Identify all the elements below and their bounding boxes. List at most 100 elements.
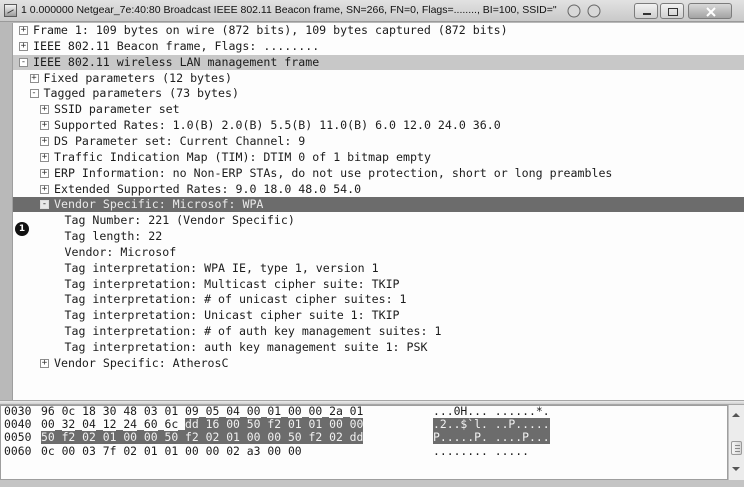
hex-byte[interactable]: 01 bbox=[226, 431, 240, 445]
hex-byte[interactable]: f2 bbox=[61, 431, 76, 445]
hex-byte[interactable]: 00 bbox=[329, 418, 343, 432]
expand-plus-icon[interactable]: + bbox=[40, 358, 49, 368]
hex-byte[interactable]: 32 bbox=[62, 418, 76, 431]
hex-byte[interactable]: 09 bbox=[185, 406, 199, 418]
hex-byte[interactable]: 01 bbox=[287, 418, 302, 432]
hex-byte[interactable]: 50 bbox=[164, 431, 179, 445]
hex-byte[interactable]: 2a bbox=[329, 406, 343, 418]
collapse-minus-icon[interactable]: - bbox=[29, 89, 39, 99]
bytes-scrollbar[interactable] bbox=[728, 405, 744, 480]
hex-byte[interactable]: 0c bbox=[62, 406, 76, 418]
tree-row[interactable]: Tag Number: 221 (Vendor Specific) bbox=[13, 213, 744, 228]
hex-byte[interactable]: 16 bbox=[205, 418, 220, 432]
hex-byte[interactable]: dd bbox=[185, 418, 199, 432]
hex-byte[interactable]: 01 bbox=[144, 444, 158, 458]
hex-byte[interactable]: 00 bbox=[267, 444, 281, 458]
hex-byte[interactable]: 00 bbox=[349, 418, 364, 432]
tree-row[interactable]: + Vendor Specific: AtherosC bbox=[13, 356, 744, 371]
hex-byte[interactable]: 02 bbox=[123, 444, 137, 458]
tree-row[interactable]: + SSID parameter set bbox=[13, 102, 744, 117]
hex-byte[interactable]: 00 bbox=[41, 418, 55, 431]
tree-row[interactable]: + Frame 1: 109 bytes on wire (872 bits), … bbox=[13, 23, 744, 38]
hex-byte[interactable]: 02 bbox=[82, 431, 96, 445]
tree-row[interactable]: Tag interpretation: # of unicast cipher … bbox=[13, 292, 744, 307]
hex-byte[interactable]: 18 bbox=[82, 406, 96, 418]
hex-byte[interactable]: 24 bbox=[123, 418, 137, 431]
tree-row[interactable]: Tag interpretation: WPA IE, type 1, vers… bbox=[13, 261, 744, 276]
expand-plus-icon[interactable]: + bbox=[40, 121, 49, 131]
expand-plus-icon[interactable]: + bbox=[29, 73, 39, 83]
expand-plus-icon[interactable]: + bbox=[40, 152, 49, 162]
hex-byte[interactable]: 04 bbox=[226, 406, 240, 418]
hex-byte[interactable]: 00 bbox=[206, 444, 220, 458]
hex-byte[interactable]: 01 bbox=[267, 406, 281, 418]
hex-byte[interactable]: 04 bbox=[82, 418, 96, 431]
hex-byte[interactable]: 01 bbox=[164, 406, 178, 418]
expand-plus-icon[interactable]: + bbox=[19, 26, 28, 35]
hex-byte[interactable]: 00 bbox=[123, 431, 138, 445]
hex-byte[interactable]: 05 bbox=[206, 406, 220, 418]
hex-byte[interactable]: 03 bbox=[82, 444, 96, 458]
hex-byte[interactable]: 6c bbox=[164, 418, 178, 431]
tree-row[interactable]: Vendor: Microsof bbox=[13, 245, 744, 260]
hex-byte[interactable]: 00 bbox=[288, 444, 302, 458]
tree-row[interactable]: + Fixed parameters (12 bytes) bbox=[13, 71, 744, 86]
hex-byte[interactable]: 48 bbox=[123, 406, 137, 418]
tree-row[interactable]: + Traffic Indication Map (TIM): DTIM 0 of… bbox=[13, 150, 744, 165]
close-button[interactable] bbox=[688, 3, 732, 19]
tree-row[interactable]: + DS Parameter set: Current Channel: 9 bbox=[13, 134, 744, 149]
tree-row[interactable]: - Vendor Specific: Microsof: WPA bbox=[13, 197, 744, 213]
tree-row[interactable]: Tag interpretation: # of auth key manage… bbox=[13, 324, 744, 339]
hex-byte[interactable]: 02 bbox=[205, 431, 220, 445]
hex-byte[interactable]: a3 bbox=[247, 444, 261, 458]
tree-row[interactable]: Tag interpretation: auth key management … bbox=[13, 340, 744, 355]
tree-row[interactable]: + ERP Information: no Non-ERP STAs, do no… bbox=[13, 166, 744, 181]
tree-row[interactable]: + IEEE 802.11 Beacon frame, Flags: ......… bbox=[13, 39, 744, 54]
hex-byte[interactable]: 00 bbox=[309, 406, 323, 418]
expand-plus-icon[interactable]: + bbox=[40, 105, 49, 115]
hex-byte[interactable]: 00 bbox=[246, 431, 261, 445]
expand-plus-icon[interactable]: + bbox=[40, 184, 49, 194]
collapse-minus-icon[interactable]: - bbox=[40, 200, 49, 210]
hex-byte[interactable]: 00 bbox=[143, 431, 158, 445]
scroll-down-arrow-icon[interactable] bbox=[732, 467, 740, 471]
hex-byte[interactable]: 12 bbox=[103, 418, 117, 431]
tree-row[interactable]: Tag interpretation: Unicast cipher suite… bbox=[13, 308, 744, 323]
minimize-button[interactable] bbox=[634, 3, 658, 19]
hex-byte[interactable]: f2 bbox=[308, 431, 323, 445]
collapse-minus-icon[interactable]: - bbox=[19, 57, 28, 67]
hex-byte[interactable]: 01 bbox=[164, 444, 178, 458]
hex-byte[interactable]: 00 bbox=[288, 406, 302, 418]
scroll-up-arrow-icon[interactable] bbox=[732, 413, 740, 417]
tree-row[interactable]: Tag interpretation: Multicast cipher sui… bbox=[13, 277, 744, 292]
tree-row[interactable]: + Extended Supported Rates: 9.0 18.0 48.0… bbox=[13, 182, 744, 197]
hex-byte[interactable]: 01 bbox=[350, 406, 364, 418]
tree-row[interactable]: - IEEE 802.11 wireless LAN management fra… bbox=[13, 54, 744, 70]
maximize-button[interactable] bbox=[660, 3, 684, 19]
hex-byte[interactable]: f2 bbox=[185, 431, 199, 445]
hex-byte[interactable]: 50 bbox=[41, 431, 55, 445]
tree-row[interactable]: + Supported Rates: 1.0(B) 2.0(B) 5.5(B) 1… bbox=[13, 118, 744, 133]
hex-byte[interactable]: 7f bbox=[103, 444, 117, 458]
hex-byte[interactable]: 60 bbox=[144, 418, 158, 431]
tree-row[interactable]: Tag length: 22 bbox=[13, 229, 744, 244]
tree-row[interactable]: - Tagged parameters (73 bytes) bbox=[13, 86, 744, 101]
hex-byte[interactable]: 01 bbox=[102, 431, 117, 445]
hex-byte[interactable]: 00 bbox=[62, 444, 76, 458]
hex-byte[interactable]: 50 bbox=[246, 418, 261, 432]
expand-plus-icon[interactable]: + bbox=[40, 168, 49, 178]
hex-byte[interactable]: 01 bbox=[308, 418, 323, 432]
hex-byte[interactable]: 00 bbox=[226, 418, 240, 432]
hex-byte[interactable]: 0c bbox=[41, 444, 55, 458]
hex-byte[interactable]: 03 bbox=[144, 406, 158, 418]
hex-byte[interactable]: 02 bbox=[226, 444, 240, 458]
hex-byte[interactable]: f2 bbox=[267, 418, 282, 432]
expand-plus-icon[interactable]: + bbox=[19, 41, 28, 51]
hex-byte[interactable]: 50 bbox=[287, 431, 302, 445]
hex-byte[interactable]: dd bbox=[349, 431, 364, 445]
hex-byte[interactable]: 30 bbox=[103, 406, 117, 418]
hex-byte[interactable]: 02 bbox=[329, 431, 343, 445]
hex-byte[interactable]: 00 bbox=[247, 406, 261, 418]
hex-byte[interactable]: 96 bbox=[41, 406, 55, 418]
expand-plus-icon[interactable]: + bbox=[40, 136, 49, 146]
